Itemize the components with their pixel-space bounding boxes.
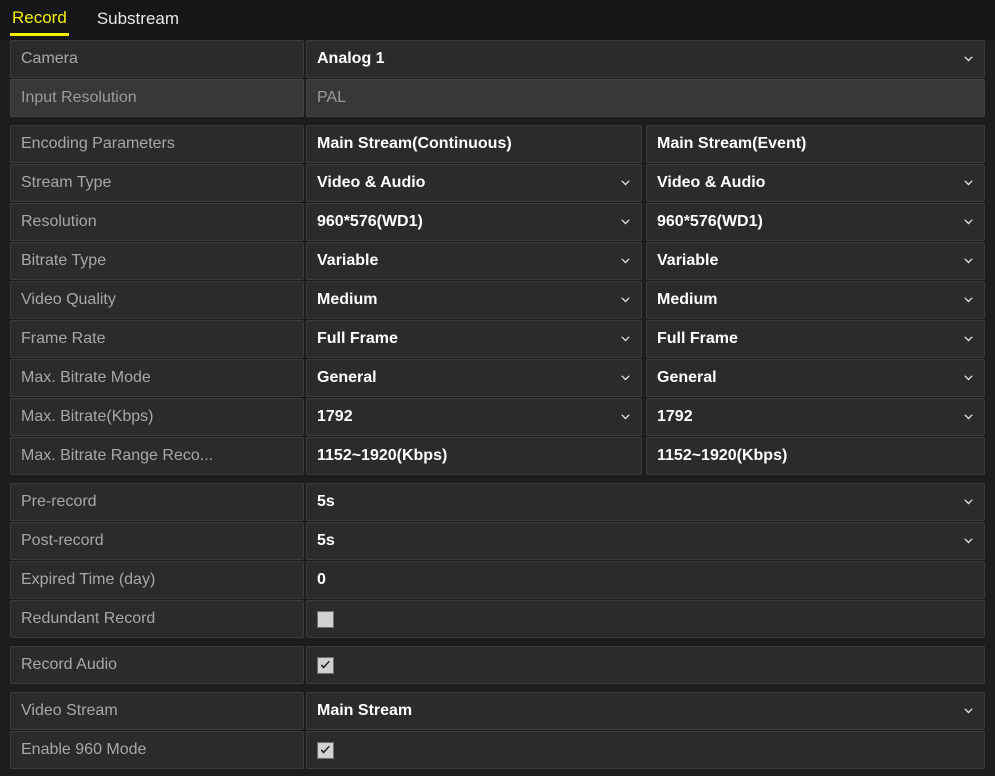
checkbox-redundant-record[interactable]: [317, 610, 334, 628]
chevron-down-icon: [619, 333, 632, 346]
checkbox-cell-enable-960-mode[interactable]: [306, 731, 985, 769]
row-resolution: Resolution 960*576(WD1) 960*576(WD1): [10, 203, 985, 241]
tab-bar: Record Substream: [0, 0, 995, 40]
label-camera: Camera: [10, 40, 304, 78]
row-video-quality: Video Quality Medium Medium: [10, 281, 985, 319]
dropdown-video-quality-continuous[interactable]: Medium: [306, 281, 642, 319]
check-icon: [320, 660, 330, 669]
chevron-down-icon: [962, 535, 975, 548]
value-max-bitrate-range-continuous: 1152~1920(Kbps): [306, 437, 642, 475]
video-stream-group: Video Stream Main Stream Enable 960 Mode: [10, 692, 985, 769]
value-max-bitrate-range-event: 1152~1920(Kbps): [646, 437, 985, 475]
dropdown-frame-rate-event[interactable]: Full Frame: [646, 320, 985, 358]
input-expired-time[interactable]: 0: [306, 561, 985, 599]
label-expired-time: Expired Time (day): [10, 561, 304, 599]
label-redundant-record: Redundant Record: [10, 600, 304, 638]
chevron-down-icon: [619, 372, 632, 385]
row-record-audio: Record Audio: [10, 646, 985, 684]
row-redundant-record: Redundant Record: [10, 600, 985, 638]
label-stream-type: Stream Type: [10, 164, 304, 202]
tab-substream[interactable]: Substream: [95, 6, 181, 34]
row-max-bitrate-mode: Max. Bitrate Mode General General: [10, 359, 985, 397]
dropdown-resolution-continuous[interactable]: 960*576(WD1): [306, 203, 642, 241]
record-settings-page: Record Substream Camera Analog 1 Input Res…: [0, 0, 995, 776]
label-resolution: Resolution: [10, 203, 304, 241]
label-enable-960-mode: Enable 960 Mode: [10, 731, 304, 769]
dropdown-max-bitrate-mode-continuous[interactable]: General: [306, 359, 642, 397]
tab-record[interactable]: Record: [10, 5, 69, 36]
row-frame-rate: Frame Rate Full Frame Full Frame: [10, 320, 985, 358]
chevron-down-icon: [962, 53, 975, 66]
audio-group: Record Audio: [10, 646, 985, 684]
dropdown-max-bitrate-kbps-continuous[interactable]: 1792: [306, 398, 642, 436]
check-icon: [320, 745, 330, 754]
dropdown-resolution-event[interactable]: 960*576(WD1): [646, 203, 985, 241]
dropdown-frame-rate-continuous[interactable]: Full Frame: [306, 320, 642, 358]
row-max-bitrate-range: Max. Bitrate Range Reco... 1152~1920(Kbps…: [10, 437, 985, 475]
dropdown-video-stream[interactable]: Main Stream: [306, 692, 985, 730]
checkbox-cell-record-audio[interactable]: [306, 646, 985, 684]
row-encoding-parameters: Encoding Parameters Main Stream(Continuou…: [10, 125, 985, 163]
camera-group: Camera Analog 1 Input Resolution PAL: [10, 40, 985, 117]
row-input-resolution: Input Resolution PAL: [10, 79, 985, 117]
chevron-down-icon: [962, 372, 975, 385]
dropdown-bitrate-type-continuous[interactable]: Variable: [306, 242, 642, 280]
row-stream-type: Stream Type Video & Audio Video & Audio: [10, 164, 985, 202]
dropdown-bitrate-type-event[interactable]: Variable: [646, 242, 985, 280]
label-max-bitrate-kbps: Max. Bitrate(Kbps): [10, 398, 304, 436]
value-encoding-parameters-event: Main Stream(Event): [646, 125, 985, 163]
dropdown-stream-type-event[interactable]: Video & Audio: [646, 164, 985, 202]
label-pre-record: Pre-record: [10, 483, 304, 521]
value-encoding-parameters-continuous: Main Stream(Continuous): [306, 125, 642, 163]
chevron-down-icon: [619, 294, 632, 307]
row-post-record: Post-record 5s: [10, 522, 985, 560]
value-input-resolution: PAL: [306, 79, 985, 117]
dropdown-max-bitrate-mode-event[interactable]: General: [646, 359, 985, 397]
dropdown-pre-record[interactable]: 5s: [306, 483, 985, 521]
dropdown-stream-type-continuous[interactable]: Video & Audio: [306, 164, 642, 202]
checkbox-record-audio[interactable]: [317, 656, 334, 674]
label-input-resolution: Input Resolution: [10, 79, 304, 117]
row-bitrate-type: Bitrate Type Variable Variable: [10, 242, 985, 280]
checkbox-cell-redundant-record[interactable]: [306, 600, 985, 638]
label-video-quality: Video Quality: [10, 281, 304, 319]
row-pre-record: Pre-record 5s: [10, 483, 985, 521]
dropdown-post-record[interactable]: 5s: [306, 522, 985, 560]
record-settings-group: Pre-record 5s Post-record 5s Expired Time (d…: [10, 483, 985, 638]
label-encoding-parameters: Encoding Parameters: [10, 125, 304, 163]
label-video-stream: Video Stream: [10, 692, 304, 730]
row-camera: Camera Analog 1: [10, 40, 985, 78]
chevron-down-icon: [962, 216, 975, 229]
label-max-bitrate-range: Max. Bitrate Range Reco...: [10, 437, 304, 475]
chevron-down-icon: [962, 177, 975, 190]
label-frame-rate: Frame Rate: [10, 320, 304, 358]
dropdown-max-bitrate-kbps-event[interactable]: 1792: [646, 398, 985, 436]
label-max-bitrate-mode: Max. Bitrate Mode: [10, 359, 304, 397]
row-expired-time: Expired Time (day) 0: [10, 561, 985, 599]
label-post-record: Post-record: [10, 522, 304, 560]
row-video-stream: Video Stream Main Stream: [10, 692, 985, 730]
chevron-down-icon: [962, 496, 975, 509]
dropdown-video-quality-event[interactable]: Medium: [646, 281, 985, 319]
label-bitrate-type: Bitrate Type: [10, 242, 304, 280]
row-max-bitrate-kbps: Max. Bitrate(Kbps) 1792 1792: [10, 398, 985, 436]
dropdown-camera[interactable]: Analog 1: [306, 40, 985, 78]
chevron-down-icon: [962, 411, 975, 424]
row-enable-960-mode: Enable 960 Mode: [10, 731, 985, 769]
chevron-down-icon: [619, 255, 632, 268]
checkbox-enable-960-mode[interactable]: [317, 741, 334, 759]
chevron-down-icon: [962, 294, 975, 307]
settings-form: Camera Analog 1 Input Resolution PAL Encodin…: [0, 40, 995, 769]
chevron-down-icon: [962, 333, 975, 346]
chevron-down-icon: [962, 705, 975, 718]
chevron-down-icon: [619, 216, 632, 229]
chevron-down-icon: [619, 411, 632, 424]
encoding-group: Encoding Parameters Main Stream(Continuou…: [10, 125, 985, 475]
chevron-down-icon: [962, 255, 975, 268]
chevron-down-icon: [619, 177, 632, 190]
label-record-audio: Record Audio: [10, 646, 304, 684]
